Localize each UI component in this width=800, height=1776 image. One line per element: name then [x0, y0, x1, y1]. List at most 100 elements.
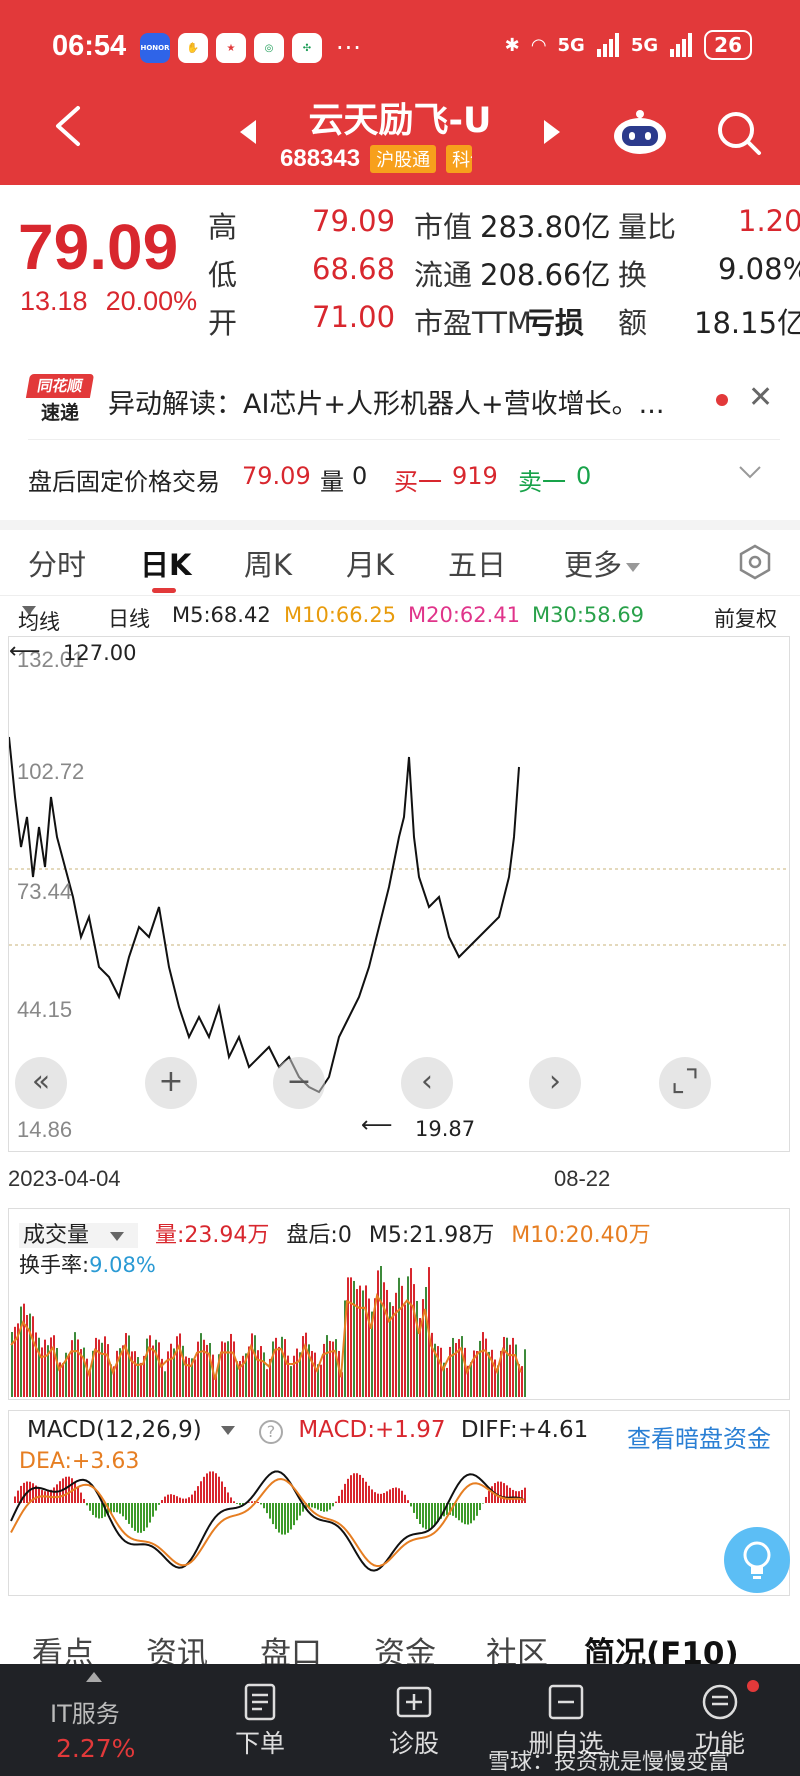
- dea-value: DEA:+3.63: [19, 1449, 140, 1474]
- status-bar: 06:54 HONOR ✋ ★ ◎ ✣ ··· ✱ ◠ 5G 5G 26: [0, 0, 800, 95]
- volume-bar: [233, 1341, 235, 1397]
- volume-bar: [131, 1351, 133, 1397]
- tab-five-day[interactable]: 五日: [448, 542, 506, 584]
- ma10: M10:66.25: [284, 603, 397, 627]
- macd-bar: [383, 1492, 385, 1503]
- high-value: 79.09: [312, 204, 396, 238]
- remove-icon: [548, 1684, 584, 1720]
- macd-bar: [374, 1492, 376, 1503]
- macd-bar: [137, 1503, 139, 1533]
- volume-bar: [278, 1346, 280, 1397]
- close-icon[interactable]: ✕: [748, 380, 773, 415]
- stock-code: 688343: [280, 145, 361, 172]
- macd-bar: [29, 1481, 31, 1503]
- macd-bar: [236, 1503, 238, 1504]
- volume-bar: [452, 1337, 454, 1397]
- fullscreen-icon[interactable]: ⌞⌝: [659, 1057, 711, 1109]
- volume-bar: [101, 1342, 103, 1397]
- tab-more[interactable]: 更多: [564, 542, 641, 584]
- scroll-to-start-icon[interactable]: «: [15, 1057, 67, 1109]
- volume-bar: [425, 1287, 427, 1397]
- quote-row-3: 开 71.00 市盈TTM 亏损 额 18.15亿: [208, 296, 800, 344]
- volume-bar: [152, 1345, 154, 1397]
- expand-up-icon[interactable]: [86, 1672, 102, 1682]
- macd-bar: [14, 1496, 16, 1503]
- volume-bar: [305, 1332, 307, 1397]
- stock-title: 云天励飞-U: [308, 101, 492, 141]
- dark-pool-link[interactable]: 查看暗盘资金: [627, 1419, 771, 1454]
- tab-intraday[interactable]: 分时: [28, 542, 86, 584]
- next-stock-icon[interactable]: [544, 120, 560, 144]
- news-text[interactable]: 异动解读：AI芯片+人形机器人+营收增长。...: [108, 382, 664, 421]
- zoom-out-icon[interactable]: −: [273, 1057, 325, 1109]
- lightbulb-icon[interactable]: [724, 1527, 790, 1593]
- volume-bar: [71, 1340, 73, 1397]
- tab-monthly-k[interactable]: 月K: [346, 542, 394, 584]
- volume-bars: [10, 1266, 526, 1397]
- macd-select[interactable]: MACD(12,26,9): [27, 1417, 243, 1443]
- volume-bar: [407, 1276, 409, 1397]
- volume-bar: [158, 1342, 160, 1397]
- order-button[interactable]: 下单: [210, 1682, 310, 1760]
- macd-bar: [419, 1503, 421, 1525]
- zoom-in-icon[interactable]: +: [145, 1057, 197, 1109]
- macd-bar: [239, 1503, 241, 1505]
- tab-funds[interactable]: 资金: [374, 1628, 436, 1664]
- macd-bar: [281, 1503, 283, 1535]
- macd-bar: [293, 1503, 295, 1526]
- back-arrow-icon[interactable]: [50, 104, 84, 148]
- macd-bar: [359, 1474, 361, 1503]
- settings-hexagon-icon[interactable]: [736, 543, 774, 581]
- signal-icon: [596, 33, 619, 57]
- tab-highlights[interactable]: 看点: [32, 1628, 94, 1664]
- volume-panel[interactable]: 成交量 量:23.94万 盘后:0 M5:21.98万 M10:20.40万 换…: [8, 1208, 790, 1400]
- chevron-down-icon[interactable]: [738, 460, 762, 484]
- tab-community[interactable]: 社区: [486, 1628, 548, 1664]
- volume-bar: [83, 1347, 85, 1397]
- date-start: 2023-04-04: [8, 1166, 121, 1191]
- macd-bar: [290, 1503, 292, 1530]
- tab-daily-k[interactable]: 日K: [140, 542, 191, 584]
- diagnose-button[interactable]: 诊股: [364, 1682, 464, 1760]
- volume-bar: [389, 1302, 391, 1397]
- adjust-type[interactable]: 前复权: [714, 603, 777, 633]
- turnover-value: 9.08%: [718, 252, 800, 286]
- sector-name[interactable]: IT服务: [50, 1694, 120, 1729]
- quote-row-1: 高 79.09 市值 283.80亿 量比 1.20: [208, 200, 800, 248]
- more-notifications-icon: ···: [336, 34, 362, 62]
- price-chart[interactable]: 132.01 102.72 73.44 44.15 14.86 ⟵ 127.00…: [8, 636, 790, 1152]
- macd-panel[interactable]: MACD(12,26,9) ? MACD:+1.97 DIFF:+4.61 DE…: [8, 1410, 790, 1596]
- macd-bar: [425, 1503, 427, 1530]
- scroll-left-icon[interactable]: ‹: [401, 1057, 453, 1109]
- volume-bar: [167, 1351, 169, 1397]
- macd-bar: [428, 1503, 430, 1530]
- top-bar: 06:54 HONOR ✋ ★ ◎ ✣ ··· ✱ ◠ 5G 5G 26 云天励…: [0, 0, 800, 185]
- volume-bar: [323, 1343, 325, 1397]
- volume-bar: [98, 1339, 100, 1397]
- quote-row-2: 低 68.68 流通 208.66亿 换 9.08%: [208, 248, 800, 296]
- macd-bar: [74, 1481, 76, 1503]
- volume-bar: [461, 1336, 463, 1397]
- robot-assistant-icon[interactable]: [612, 108, 668, 156]
- volume-bar: [410, 1268, 412, 1397]
- macd-bar: [461, 1503, 463, 1523]
- news-banner[interactable]: 同花顺 速递 异动解读：AI芯片+人形机器人+营收增长。... ✕: [25, 370, 780, 440]
- tag-star-market: 科创: [446, 145, 473, 173]
- volume-bar: [386, 1289, 388, 1397]
- tab-weekly-k[interactable]: 周K: [244, 542, 292, 584]
- tab-f10[interactable]: 简况(F10): [584, 1628, 739, 1664]
- tab-news[interactable]: 资讯: [146, 1628, 208, 1664]
- honor-app-icon: HONOR: [140, 33, 170, 63]
- macd-bar: [392, 1487, 394, 1503]
- tab-orderbook[interactable]: 盘口: [260, 1628, 322, 1664]
- volume-bar: [257, 1350, 259, 1397]
- search-icon[interactable]: [716, 110, 762, 156]
- after-hours-row[interactable]: 盘后固定价格交易 79.09 量 0 买一 919 卖一 0: [28, 458, 780, 498]
- stock-code-row: 688343 沪股通 科创: [280, 145, 473, 173]
- scroll-right-icon[interactable]: ›: [529, 1057, 581, 1109]
- macd-bar: [356, 1473, 358, 1503]
- tag-hk-connect: 沪股通: [370, 145, 437, 173]
- help-icon[interactable]: ?: [259, 1420, 283, 1444]
- volume-bar: [296, 1348, 298, 1397]
- volume-bar: [194, 1359, 196, 1397]
